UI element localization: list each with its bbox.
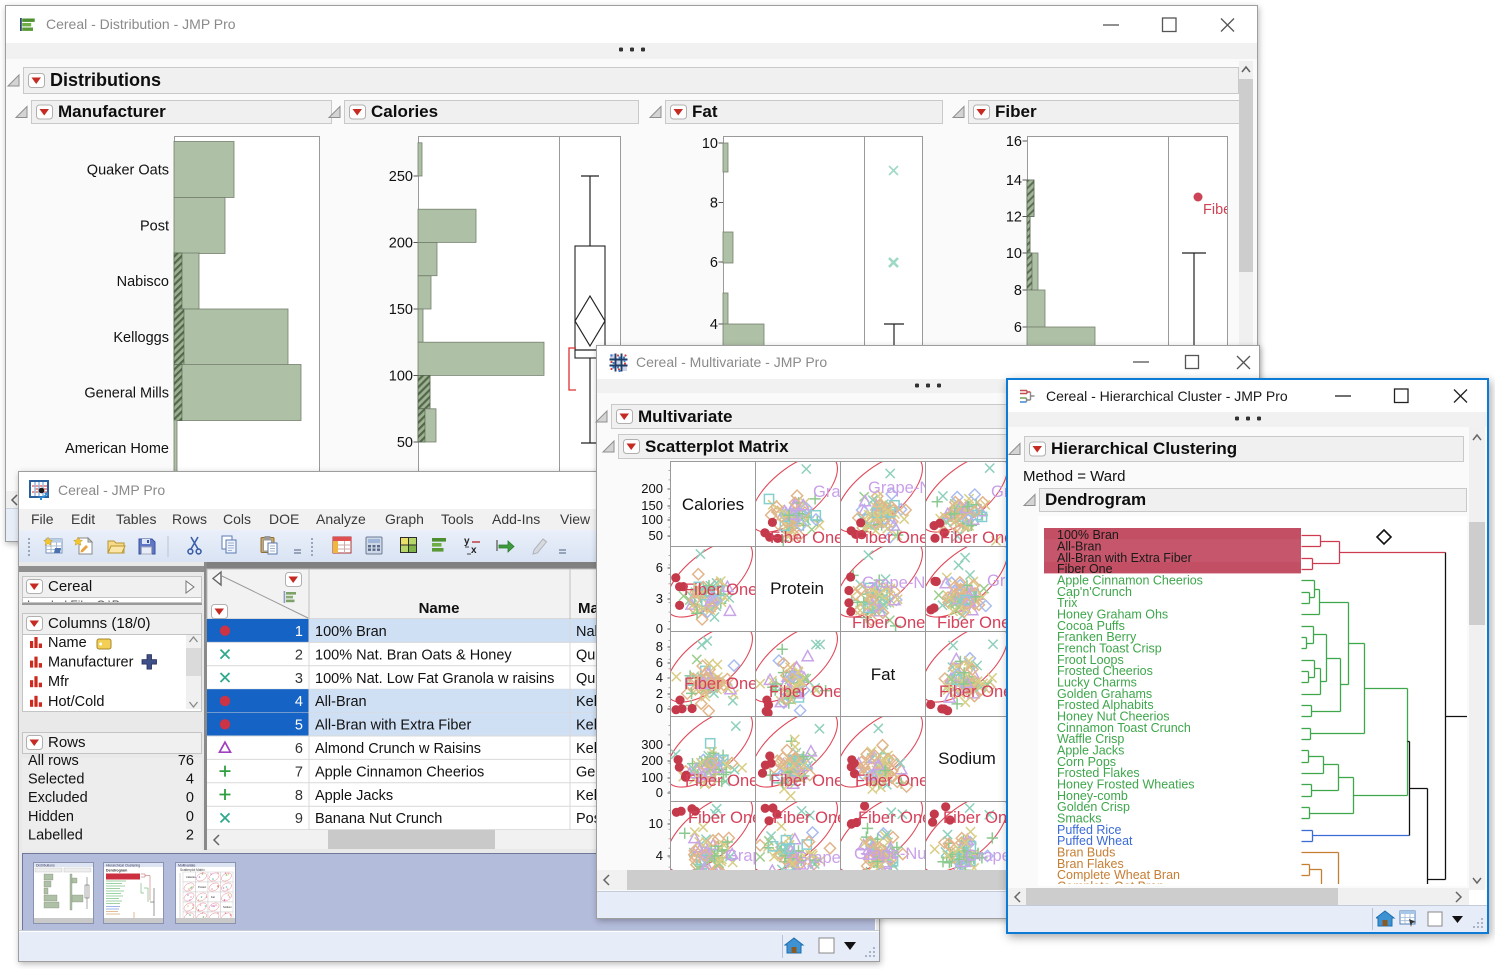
svg-text:Nabisco: Nabisco: [117, 274, 169, 290]
svg-text:100: 100: [641, 770, 663, 785]
svg-text:Fiber One: Fiber One: [688, 809, 761, 827]
svg-text:Fiber One: Fiber One: [937, 614, 1010, 632]
svg-text:All-Bran: All-Bran: [315, 694, 367, 710]
svg-text:Banana Nut Crunch: Banana Nut Crunch: [315, 811, 442, 827]
svg-text:100% Bran: 100% Bran: [315, 624, 387, 640]
svg-text:Hierarchical Clustering: Hierarchical Clustering: [106, 864, 140, 868]
svg-text:150: 150: [641, 498, 663, 513]
svg-text:6: 6: [1014, 320, 1022, 336]
svg-text:Fiber One: Fiber One: [939, 683, 1012, 701]
svg-text:8: 8: [656, 639, 663, 654]
svg-text:100% Nat. Low Fat Granola w ra: 100% Nat. Low Fat Granola w raisins: [315, 671, 554, 687]
svg-text:Apple Jacks: Apple Jacks: [315, 788, 393, 804]
svg-text:Fiber One: Fiber One: [852, 614, 925, 632]
svg-text:10: 10: [649, 816, 663, 831]
svg-text:Post: Post: [140, 219, 169, 235]
svg-text:Name: Name: [419, 600, 460, 617]
svg-text:6: 6: [656, 560, 663, 575]
svg-text:0: 0: [656, 701, 663, 716]
svg-text:Scatterplot Matrix: Scatterplot Matrix: [180, 868, 205, 872]
svg-text:6: 6: [710, 255, 718, 271]
svg-text:Fiber One: Fiber One: [940, 529, 1013, 547]
svg-text:Calories: Calories: [682, 495, 744, 514]
svg-text:8: 8: [710, 196, 718, 212]
svg-text:4: 4: [295, 694, 303, 710]
svg-text:Calories: Calories: [186, 875, 196, 879]
svg-text:Almond Crunch w Raisins: Almond Crunch w Raisins: [315, 741, 481, 757]
svg-text:16: 16: [1006, 134, 1022, 150]
svg-text:9: 9: [295, 811, 303, 827]
svg-text:200: 200: [389, 236, 413, 252]
svg-text:5: 5: [295, 718, 303, 734]
svg-text:14: 14: [1006, 173, 1022, 189]
svg-text:8: 8: [1014, 283, 1022, 299]
svg-text:Fiber One: Fiber One: [770, 772, 843, 790]
svg-text:100% Nat. Bran Oats & Honey: 100% Nat. Bran Oats & Honey: [315, 647, 512, 663]
svg-text:100: 100: [389, 369, 413, 385]
svg-text:Fiber One: Fiber One: [855, 772, 928, 790]
svg-text:250: 250: [389, 169, 413, 185]
svg-text:10: 10: [702, 136, 718, 152]
svg-text:Protein: Protein: [770, 579, 824, 598]
svg-text:Multivariate: Multivariate: [178, 864, 195, 868]
svg-text:3: 3: [656, 591, 663, 606]
svg-text:6: 6: [295, 741, 303, 757]
svg-text:50: 50: [397, 435, 413, 451]
svg-text:0: 0: [656, 785, 663, 800]
svg-text:Sodium: Sodium: [938, 749, 996, 768]
svg-text:Dendrogram: Dendrogram: [106, 869, 127, 873]
svg-text:3: 3: [295, 671, 303, 687]
svg-text:6: 6: [656, 655, 663, 670]
svg-text:50: 50: [649, 528, 663, 543]
svg-text:Fiber One: Fiber One: [684, 581, 757, 599]
svg-text:Distributions: Distributions: [36, 864, 55, 868]
svg-text:Fiber One: Fiber One: [770, 529, 843, 547]
svg-text:2: 2: [295, 647, 303, 663]
svg-text:2: 2: [656, 686, 663, 701]
svg-text:Fiber One: Fiber One: [684, 675, 757, 693]
svg-text:Protein: Protein: [198, 885, 207, 889]
svg-text:200: 200: [641, 481, 663, 496]
svg-text:1: 1: [295, 624, 303, 640]
svg-text:300: 300: [641, 737, 663, 752]
svg-text:Fiber One: Fiber One: [769, 683, 842, 701]
svg-text:Sodium: Sodium: [223, 905, 232, 909]
svg-text:0: 0: [656, 621, 663, 636]
svg-text:Fiber One: Fiber One: [773, 809, 846, 827]
svg-text:7: 7: [295, 764, 303, 780]
svg-text:American Home: American Home: [65, 441, 169, 457]
svg-text:200: 200: [641, 753, 663, 768]
svg-text:Fiber One: Fiber One: [858, 809, 931, 827]
svg-text:4: 4: [656, 848, 663, 863]
svg-text:All-Bran with Extra Fiber: All-Bran with Extra Fiber: [315, 718, 471, 734]
svg-text:General Mills: General Mills: [84, 386, 169, 402]
svg-text:Kelloggs: Kelloggs: [113, 330, 169, 346]
svg-text:4: 4: [710, 317, 718, 333]
svg-text:Fiber One: Fiber One: [855, 529, 928, 547]
svg-text:Fat: Fat: [211, 895, 215, 899]
svg-text:10: 10: [1006, 246, 1022, 262]
svg-text:8: 8: [295, 788, 303, 804]
svg-text:Fiber One: Fiber One: [685, 772, 758, 790]
svg-text:Fat: Fat: [871, 665, 896, 684]
svg-text:150: 150: [389, 302, 413, 318]
svg-text:12: 12: [1006, 210, 1022, 226]
svg-text:100: 100: [641, 512, 663, 527]
svg-text:4: 4: [656, 670, 663, 685]
svg-text:Quaker Oats: Quaker Oats: [87, 163, 169, 179]
svg-text:Apple Cinnamon Cheerios: Apple Cinnamon Cheerios: [315, 764, 484, 780]
